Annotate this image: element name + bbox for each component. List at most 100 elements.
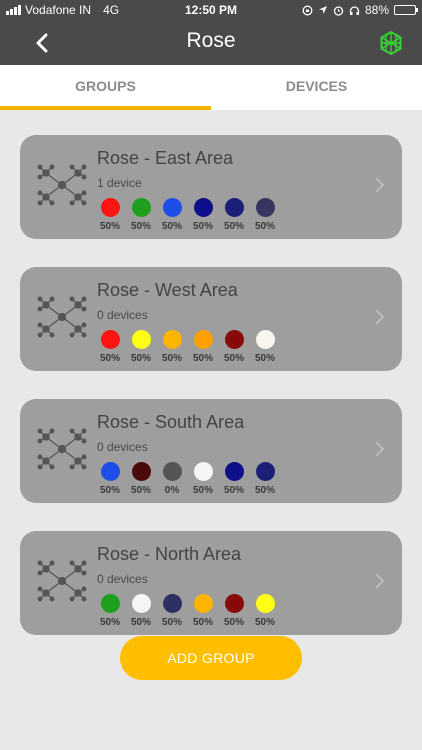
color-dot: [255, 198, 275, 217]
group-network-icon: [36, 159, 88, 211]
color-swatch: 50%: [220, 594, 248, 628]
mesh-network-icon: [380, 30, 402, 56]
color-swatch: 50%: [251, 198, 279, 232]
color-dot: [162, 330, 182, 349]
group-network-icon: [36, 291, 88, 343]
rotation-lock-icon: [302, 5, 313, 15]
color-percent: 50%: [99, 353, 120, 364]
color-percent: 50%: [223, 617, 244, 628]
color-dot: [100, 462, 120, 481]
color-dot: [162, 198, 182, 217]
group-network-icon: [36, 555, 88, 607]
color-dot: [131, 594, 151, 613]
color-list: 50% 50% 50% 50% 50% 50%: [96, 198, 279, 232]
group-network-icon: [36, 423, 88, 475]
color-percent: 50%: [130, 485, 151, 496]
color-dot: [100, 198, 120, 217]
color-swatch: 50%: [189, 594, 217, 628]
color-swatch: 50%: [96, 594, 124, 628]
color-percent: 50%: [223, 485, 244, 496]
color-swatch: 50%: [220, 330, 248, 364]
color-percent: 50%: [130, 617, 151, 628]
color-percent: 50%: [223, 353, 244, 364]
color-swatch: 50%: [158, 594, 186, 628]
color-percent: 50%: [192, 221, 213, 232]
color-percent: 50%: [254, 485, 275, 496]
color-dot: [255, 462, 275, 481]
color-dot: [162, 462, 182, 481]
color-percent: 50%: [161, 221, 182, 232]
color-swatch: 50%: [220, 462, 248, 496]
color-percent: 50%: [192, 353, 213, 364]
add-group-button[interactable]: ADD GROUP: [120, 636, 302, 680]
color-swatch: 50%: [96, 330, 124, 364]
color-dot: [255, 330, 275, 349]
color-dot: [193, 198, 213, 217]
color-swatch: 50%: [96, 462, 124, 496]
color-percent: 50%: [254, 353, 275, 364]
location-icon: [318, 6, 327, 14]
color-swatch: 50%: [158, 198, 186, 232]
color-percent: 50%: [130, 221, 151, 232]
group-card[interactable]: Rose - West Area 0 devices 50% 50% 50% 5…: [20, 267, 402, 371]
color-dot: [224, 462, 244, 481]
tab-devices[interactable]: DEVICES: [211, 65, 422, 110]
color-swatch: 50%: [189, 462, 217, 496]
group-name: Rose - South Area: [97, 412, 245, 432]
color-percent: 50%: [99, 221, 120, 232]
group-name: Rose - West Area: [97, 280, 238, 300]
color-dot: [224, 198, 244, 217]
color-swatch: 0%: [158, 462, 186, 496]
color-percent: 50%: [192, 485, 213, 496]
color-dot: [131, 462, 151, 481]
color-swatch: 50%: [251, 462, 279, 496]
color-swatch: 50%: [189, 330, 217, 364]
color-swatch: 50%: [220, 198, 248, 232]
page-title: Rose: [186, 29, 236, 52]
color-swatch: 50%: [189, 198, 217, 232]
color-dot: [224, 330, 244, 349]
group-card[interactable]: Rose - South Area 0 devices 50% 50% 0% 5…: [20, 399, 402, 503]
group-card[interactable]: Rose - East Area 1 device 50% 50% 50% 50…: [20, 135, 402, 239]
color-list: 50% 50% 0% 50% 50% 50%: [96, 462, 279, 496]
color-percent: 50%: [254, 221, 275, 232]
color-percent: 50%: [99, 617, 120, 628]
chevron-right-icon: [376, 310, 384, 324]
device-count: 0 devices: [97, 440, 148, 454]
active-tab-indicator: [0, 106, 211, 110]
network-button[interactable]: [378, 30, 404, 56]
color-swatch: 50%: [251, 330, 279, 364]
color-dot: [193, 594, 213, 613]
color-percent: 50%: [130, 353, 151, 364]
color-swatch: 50%: [158, 330, 186, 364]
color-dot: [193, 330, 213, 349]
color-dot: [255, 594, 275, 613]
tab-bar: GROUPS DEVICES: [0, 65, 422, 110]
color-swatch: 50%: [96, 198, 124, 232]
color-dot: [131, 330, 151, 349]
chevron-right-icon: [376, 442, 384, 456]
color-swatch: 50%: [127, 594, 155, 628]
color-percent: 50%: [223, 221, 244, 232]
color-list: 50% 50% 50% 50% 50% 50%: [96, 594, 279, 628]
device-count: 0 devices: [97, 308, 148, 322]
color-percent: 0%: [164, 485, 180, 496]
color-dot: [100, 594, 120, 613]
tab-groups[interactable]: GROUPS: [0, 65, 211, 110]
color-list: 50% 50% 50% 50% 50% 50%: [96, 330, 279, 364]
color-swatch: 50%: [127, 330, 155, 364]
color-dot: [131, 198, 151, 217]
group-card[interactable]: Rose - North Area 0 devices 50% 50% 50% …: [20, 531, 402, 635]
group-name: Rose - North Area: [97, 544, 242, 564]
color-dot: [100, 330, 120, 349]
color-percent: 50%: [161, 617, 182, 628]
color-swatch: 50%: [127, 462, 155, 496]
battery-percent: 88%: [364, 3, 389, 17]
color-dot: [162, 594, 182, 613]
device-count: 1 device: [97, 176, 142, 190]
chevron-right-icon: [376, 574, 384, 588]
chevron-right-icon: [376, 178, 384, 192]
group-name: Rose - East Area: [97, 148, 234, 168]
color-swatch: 50%: [127, 198, 155, 232]
battery-icon: [394, 5, 418, 15]
